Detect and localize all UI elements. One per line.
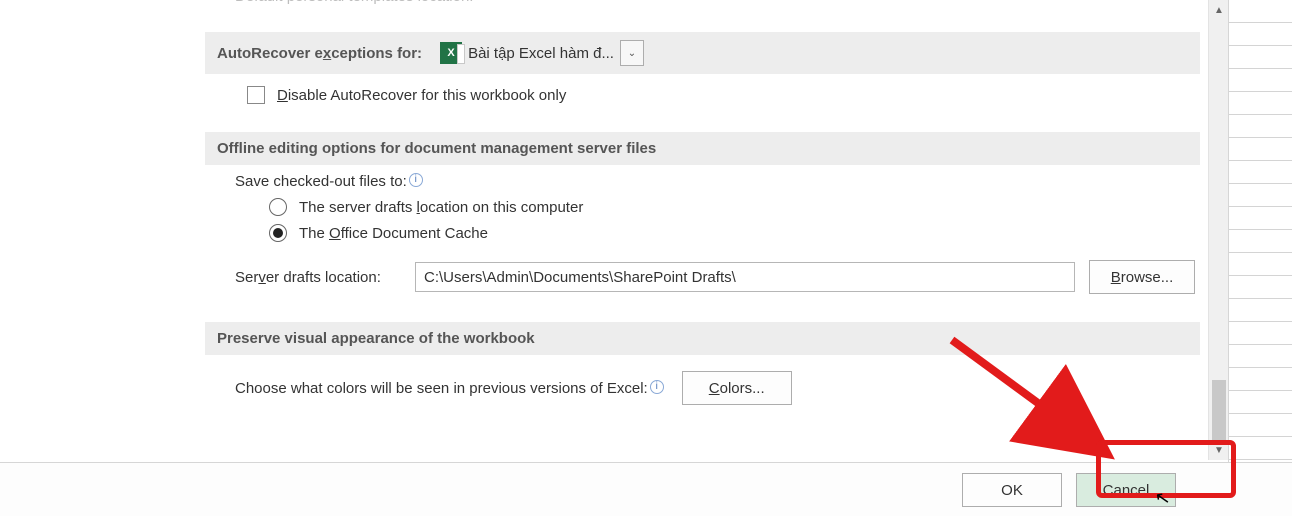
excel-icon: X	[440, 42, 462, 64]
colors-prompt: Choose what colors will be seen in previ…	[235, 380, 664, 397]
autorecover-options: Disable AutoRecover for this workbook on…	[205, 74, 1200, 110]
t: er drafts location:	[266, 269, 381, 286]
t: The	[299, 225, 329, 242]
scroll-area: Default personal templates location: Aut…	[205, 0, 1200, 430]
t: AutoRecover e	[217, 45, 323, 62]
section-offline-editing: Offline editing options for document man…	[205, 132, 1200, 165]
chevron-down-icon[interactable]: ⌄	[620, 40, 644, 66]
disable-autorecover-checkbox[interactable]: Disable AutoRecover for this workbook on…	[247, 86, 1200, 104]
radio-label: The Office Document Cache	[299, 225, 488, 242]
t: isable AutoRecover for this workbook onl…	[288, 87, 566, 104]
radio-office-document-cache[interactable]: The Office Document Cache	[205, 220, 1200, 246]
info-icon[interactable]: i	[409, 173, 423, 187]
info-icon[interactable]: i	[650, 380, 664, 394]
t: Ser	[235, 269, 258, 286]
colors-row: Choose what colors will be seen in previ…	[205, 355, 1200, 411]
t: ceptions for:	[331, 45, 422, 62]
server-drafts-label: Server drafts location:	[235, 269, 415, 286]
t: ffice Document Cache	[341, 225, 488, 242]
server-drafts-input[interactable]	[415, 262, 1075, 292]
scroll-up-icon[interactable]: ▲	[1209, 0, 1229, 20]
section-title: AutoRecover exceptions for:	[217, 45, 422, 62]
cancel-button[interactable]: Cancel	[1076, 473, 1176, 507]
ok-button[interactable]: OK	[962, 473, 1062, 507]
t: The server drafts	[299, 199, 417, 216]
section-title: Preserve visual appearance of the workbo…	[217, 330, 535, 347]
radio-label: The server drafts location on this compu…	[299, 199, 583, 216]
dialog-footer: OK Cancel	[0, 462, 1292, 516]
options-dialog-body: Default personal templates location: Aut…	[189, 0, 1229, 462]
radio-server-drafts-location[interactable]: The server drafts location on this compu…	[205, 194, 1200, 220]
t: Save checked-out files to:	[235, 173, 407, 190]
t: ocation on this computer	[420, 199, 583, 216]
checkbox-label: Disable AutoRecover for this workbook on…	[277, 87, 566, 104]
save-checked-out-label: Save checked-out files to:i	[205, 165, 1200, 194]
t: Choose what colors will be seen in previ…	[235, 380, 648, 397]
t: olors...	[720, 380, 765, 397]
t: x	[323, 45, 331, 62]
scroll-down-icon[interactable]: ▼	[1209, 440, 1229, 460]
vertical-scrollbar[interactable]: ▲ ▼	[1208, 0, 1228, 460]
browse-button[interactable]: Browse...	[1089, 260, 1195, 294]
section-autorecover-exceptions: AutoRecover exceptions for: X Bài tập Ex…	[205, 32, 1200, 74]
t: C	[709, 380, 720, 397]
t: v	[258, 269, 266, 286]
templates-location-label: Default personal templates location:	[235, 0, 473, 5]
t: B	[1111, 269, 1121, 286]
workbook-selector[interactable]: X Bài tập Excel hàm đ... ⌄	[440, 40, 644, 66]
radio-icon	[269, 198, 287, 216]
workbook-name: Bài tập Excel hàm đ...	[468, 45, 614, 62]
t: O	[329, 225, 341, 242]
worksheet-grid	[1229, 0, 1292, 462]
scroll-thumb[interactable]	[1212, 380, 1226, 440]
section-title: Offline editing options for document man…	[217, 140, 656, 157]
t: D	[277, 87, 288, 104]
t: rowse...	[1121, 269, 1174, 286]
section-preserve-appearance: Preserve visual appearance of the workbo…	[205, 322, 1200, 355]
radio-icon-selected	[269, 224, 287, 242]
colors-button[interactable]: Colors...	[682, 371, 792, 405]
checkbox-icon	[247, 86, 265, 104]
server-drafts-location-row: Server drafts location: Browse...	[205, 246, 1200, 300]
